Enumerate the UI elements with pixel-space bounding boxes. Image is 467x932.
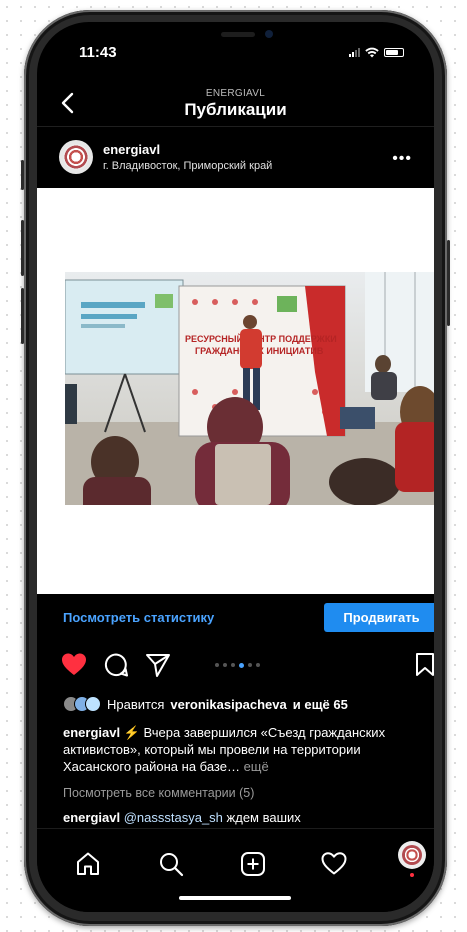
battery-icon xyxy=(384,47,404,57)
like-heart-icon[interactable] xyxy=(61,652,87,678)
likes-prefix: Нравится xyxy=(107,696,165,712)
profile-avatar-tab[interactable] xyxy=(398,841,426,869)
likes-user[interactable]: veronikasipacheva xyxy=(170,697,286,712)
comment-row: energiavl @nassstasya_sh ждем ваших xyxy=(63,810,301,825)
caption-username[interactable]: energiavl xyxy=(63,725,120,740)
volume-up-button xyxy=(21,220,24,276)
phone-screen: 11:43 ENERGIAVL Публикации energiavl г. … xyxy=(37,22,434,912)
view-all-comments-link[interactable]: Посмотреть все комментарии (5) xyxy=(63,786,254,800)
home-indicator[interactable] xyxy=(179,896,291,900)
view-stats-link[interactable]: Посмотреть статистику xyxy=(63,610,214,625)
post-username[interactable]: energiavl xyxy=(103,142,160,157)
speaker xyxy=(221,32,255,37)
volume-down-button xyxy=(21,288,24,344)
promote-button[interactable]: Продвигать xyxy=(324,603,434,632)
share-icon[interactable] xyxy=(145,652,171,678)
post-caption: energiavl ⚡ Вчера завершился «Съезд граж… xyxy=(63,724,423,775)
comment-icon[interactable] xyxy=(103,652,129,678)
post-author-avatar[interactable] xyxy=(59,140,93,174)
signal-icon xyxy=(349,47,360,57)
status-icons xyxy=(349,46,404,58)
carousel-indicator xyxy=(215,662,260,668)
notch xyxy=(165,22,307,50)
home-icon[interactable] xyxy=(75,851,101,877)
post-image[interactable]: РЕСУРСНЫЙ ЦЕНТР ПОДДЕРЖКИ ГРАЖДАНСКИХ ИН… xyxy=(37,188,434,594)
page-title: Публикации xyxy=(184,100,287,119)
likes-row[interactable]: Нравится veronikasipacheva и ещё 65 xyxy=(63,696,348,712)
status-time: 11:43 xyxy=(79,44,117,61)
mute-switch xyxy=(21,160,24,190)
comment-text: ждем ваших xyxy=(226,810,301,825)
liker-avatars xyxy=(63,696,101,712)
save-bookmark-icon[interactable] xyxy=(414,652,434,678)
event-photo: РЕСУРСНЫЙ ЦЕНТР ПОДДЕРЖКИ ГРАЖДАНСКИХ ИН… xyxy=(65,272,434,505)
header-account: ENERGIAVL xyxy=(205,88,266,99)
likes-suffix[interactable]: и ещё 65 xyxy=(293,697,348,712)
header-divider xyxy=(37,126,434,127)
event-photo-illustration: РЕСУРСНЫЙ ЦЕНТР ПОДДЕРЖКИ ГРАЖДАНСКИХ ИН… xyxy=(65,272,434,505)
new-post-icon[interactable] xyxy=(240,851,266,877)
post-location[interactable]: г. Владивосток, Приморский край xyxy=(103,160,272,172)
comment-username[interactable]: energiavl xyxy=(63,810,120,825)
more-options-icon[interactable]: ••• xyxy=(392,150,412,168)
power-button xyxy=(447,240,450,326)
comment-mention[interactable]: @nassstasya_sh xyxy=(124,810,223,825)
wifi-icon xyxy=(365,47,379,57)
notification-dot xyxy=(410,873,414,877)
search-icon[interactable] xyxy=(158,851,184,877)
caption-more-link[interactable]: ещё xyxy=(244,759,269,774)
front-camera xyxy=(265,30,273,38)
activity-heart-icon[interactable] xyxy=(321,851,347,877)
